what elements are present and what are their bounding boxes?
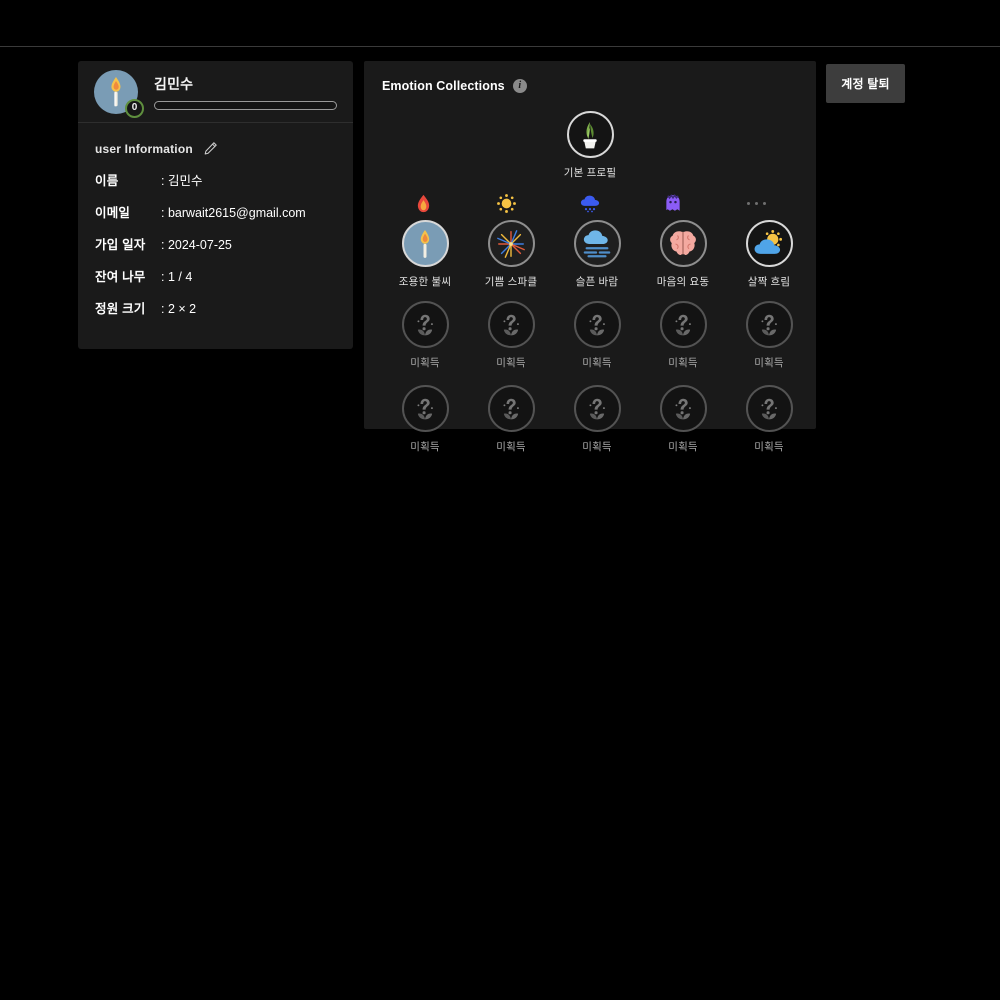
info-icon[interactable]: i (512, 79, 527, 93)
ellipsis-dot (762, 201, 766, 205)
info-row-name: 이름 : 김민수 (95, 170, 336, 189)
locked-seedling-icon (487, 301, 535, 348)
info-label: 정원 크기 (95, 302, 146, 316)
info-label: 잔여 나무 (95, 270, 146, 284)
locked-label: 미획득 (410, 441, 440, 453)
locked-emotion-item[interactable]: 미획득 (554, 385, 640, 454)
locked-seedling-icon (745, 301, 793, 348)
locked-emotion-row-2: 미획득 미획득 미획득 미획득 미획득 (382, 385, 798, 454)
profile-header-right: 김민수 (154, 74, 337, 110)
emotion-label: 슬픈 바람 (575, 276, 619, 288)
locked-seedling-icon (659, 385, 707, 432)
profile-header: 0 김민수 (78, 61, 353, 123)
locked-label: 미획득 (496, 441, 526, 453)
emotion-item[interactable]: 살짝 흐림 (726, 220, 812, 289)
xp-progress-bar (154, 100, 337, 110)
info-label: 가입 일자 (95, 238, 146, 252)
potted-plant-icon (566, 111, 614, 158)
info-value: : 2 × 2 (161, 302, 197, 316)
ellipsis-icon[interactable] (746, 192, 766, 214)
locked-label: 미획득 (582, 441, 612, 453)
info-row-remaining-trees: 잔여 나무 : 1 / 4 (95, 266, 336, 285)
locked-label: 미획득 (410, 357, 440, 369)
profile-name: 김민수 (154, 75, 194, 92)
locked-emotion-item[interactable]: 미획득 (640, 301, 726, 370)
locked-emotion-item[interactable]: 미획득 (726, 301, 812, 370)
unlocked-emotion-row: 조용한 불씨 기쁨 스파클 슬픈 바람 마음의 요동 살짝 흐림 (382, 220, 798, 289)
info-row-join-date: 가입 일자 : 2024-07-25 (95, 234, 336, 253)
info-label: 이름 (95, 174, 119, 188)
locked-seedling-icon (573, 385, 621, 432)
info-label: 이메일 (95, 206, 131, 220)
locked-label: 미획득 (582, 357, 612, 369)
info-value: : 김민수 (161, 174, 203, 188)
info-value: : 2024-07-25 (161, 238, 232, 252)
locked-emotion-item[interactable]: 미획득 (640, 385, 726, 454)
foggy-cloud-icon (573, 220, 621, 267)
emotion-item[interactable]: 조용한 불씨 (382, 220, 468, 289)
emotion-item[interactable]: 기쁨 스파클 (468, 220, 554, 289)
rain-cloud-icon[interactable] (580, 192, 600, 214)
sun-icon[interactable] (497, 192, 517, 214)
info-row-garden-size: 정원 크기 : 2 × 2 (95, 298, 336, 317)
angry-face-icon[interactable] (664, 192, 682, 214)
user-information-header: user Information (95, 141, 336, 156)
sun-behind-cloud-icon (745, 220, 793, 267)
locked-emotion-row-1: 미획득 미획득 미획득 미획득 미획득 (382, 301, 798, 370)
default-profile-item[interactable]: 기본 프로필 (547, 111, 633, 180)
locked-seedling-icon (401, 385, 449, 432)
locked-label: 미획득 (668, 441, 698, 453)
locked-label: 미획득 (754, 441, 784, 453)
level-badge: 0 (125, 98, 144, 118)
ellipsis-dot (754, 201, 758, 205)
emotion-collections-panel: Emotion Collections i 기본 프로필 조용한 불씨 기쁨 스… (364, 61, 816, 453)
locked-emotion-item[interactable]: 미획득 (382, 385, 468, 454)
locked-seedling-icon (659, 301, 707, 348)
locked-seedling-icon (401, 301, 449, 348)
candle-icon (401, 220, 449, 267)
avatar[interactable]: 0 (94, 69, 144, 118)
fireworks-icon (487, 220, 535, 267)
locked-seedling-icon (487, 385, 535, 432)
brain-icon (659, 220, 707, 267)
info-row-email: 이메일 : barwait2615@gmail.com (95, 202, 336, 221)
locked-emotion-item[interactable]: 미획득 (726, 385, 812, 454)
locked-seedling-icon (745, 385, 793, 432)
emotion-label: 조용한 불씨 (398, 276, 452, 288)
locked-seedling-icon (573, 301, 621, 348)
emotion-label: 살짝 흐림 (747, 276, 791, 288)
locked-label: 미획득 (754, 357, 784, 369)
locked-label: 미획득 (496, 357, 526, 369)
locked-emotion-item[interactable]: 미획득 (554, 301, 640, 370)
default-profile-label: 기본 프로필 (563, 167, 617, 179)
locked-emotion-item[interactable]: 미획득 (468, 301, 554, 370)
emotion-item[interactable]: 마음의 요동 (640, 220, 726, 289)
emotion-label: 기쁨 스파클 (484, 276, 538, 288)
info-value: : 1 / 4 (161, 270, 193, 284)
locked-emotion-item[interactable]: 미획득 (468, 385, 554, 454)
pencil-icon[interactable] (203, 141, 218, 156)
fire-icon[interactable] (416, 192, 431, 214)
emotion-collections-title: Emotion Collections (382, 79, 505, 93)
profile-card: 0 김민수 user Information 이름 : 김민수 이메일 : ba… (78, 61, 353, 349)
category-icon-row (382, 192, 798, 214)
withdraw-account-button[interactable]: 계정 탈퇴 (826, 64, 905, 103)
locked-label: 미획득 (668, 357, 698, 369)
locked-emotion-item[interactable]: 미획득 (382, 301, 468, 370)
user-information-title: user Information (95, 141, 193, 156)
emotion-item[interactable]: 슬픈 바람 (554, 220, 640, 289)
info-value: : barwait2615@gmail.com (161, 206, 306, 220)
emotion-label: 마음의 요동 (656, 276, 710, 288)
emotion-collections-header: Emotion Collections i (382, 79, 798, 93)
ellipsis-dot (746, 201, 750, 205)
top-header-bar (0, 0, 1000, 47)
user-information-section: user Information 이름 : 김민수 이메일 : barwait2… (78, 123, 353, 317)
default-profile-row: 기본 프로필 (382, 111, 798, 180)
